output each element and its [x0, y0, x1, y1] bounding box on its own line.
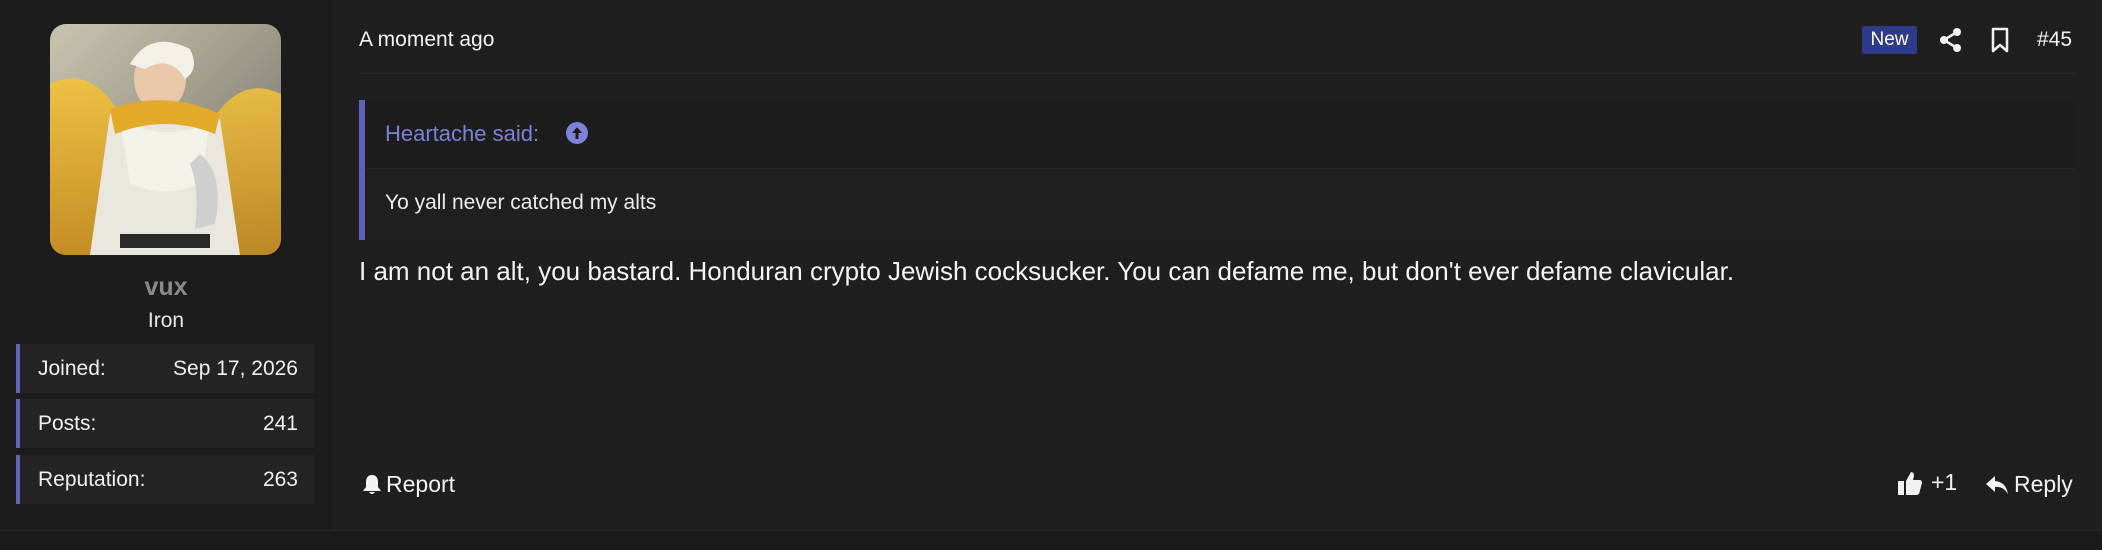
stat-label: Reputation: — [38, 468, 146, 491]
post-timestamp[interactable]: A moment ago — [359, 28, 494, 52]
header-divider — [359, 73, 2075, 74]
avatar[interactable] — [50, 24, 281, 255]
thumbs-up-icon — [1898, 471, 1922, 495]
reply-button[interactable]: Reply — [1985, 471, 2073, 498]
post-message: I am not an alt, you bastard. Honduran c… — [359, 256, 1735, 286]
new-badge: New — [1862, 26, 1917, 54]
reply-label: Reply — [2014, 471, 2073, 497]
stat-posts: Posts: 241 — [16, 399, 314, 448]
share-icon[interactable] — [1937, 26, 1965, 54]
stat-value: 263 — [262, 468, 298, 491]
stat-value: 241 — [262, 412, 298, 435]
quote-author[interactable]: Heartache said: — [385, 121, 539, 147]
stat-label: Joined: — [38, 357, 106, 380]
report-button[interactable]: Report — [362, 471, 455, 498]
stat-value: Sep 17, 2026 — [173, 357, 298, 380]
report-label: Report — [386, 471, 456, 497]
username[interactable]: vux — [0, 273, 332, 302]
post-number[interactable]: #45 — [2037, 28, 2072, 52]
quote-body: Yo yall never catched my alts — [385, 191, 657, 214]
forum-post: vux Iron Joined: Sep 17, 2026 Posts: 241… — [0, 0, 2102, 531]
user-panel: vux Iron Joined: Sep 17, 2026 Posts: 241… — [0, 0, 332, 530]
reply-arrow-icon — [1986, 475, 2008, 494]
quote-header: Heartache said: — [365, 100, 2075, 169]
stat-reputation: Reputation: 263 — [16, 455, 314, 504]
arrow-up-circle-icon[interactable] — [565, 121, 589, 145]
like-count: +1 — [1931, 469, 1958, 495]
user-rank: Iron — [147, 309, 185, 332]
bell-icon — [363, 474, 381, 494]
quote-block: Heartache said: Yo yall never catched my… — [359, 100, 2075, 240]
bookmark-icon[interactable] — [1986, 26, 2014, 54]
like-button[interactable]: +1 — [1897, 469, 1957, 496]
stat-joined: Joined: Sep 17, 2026 — [16, 344, 314, 393]
stat-label: Posts: — [38, 412, 97, 435]
